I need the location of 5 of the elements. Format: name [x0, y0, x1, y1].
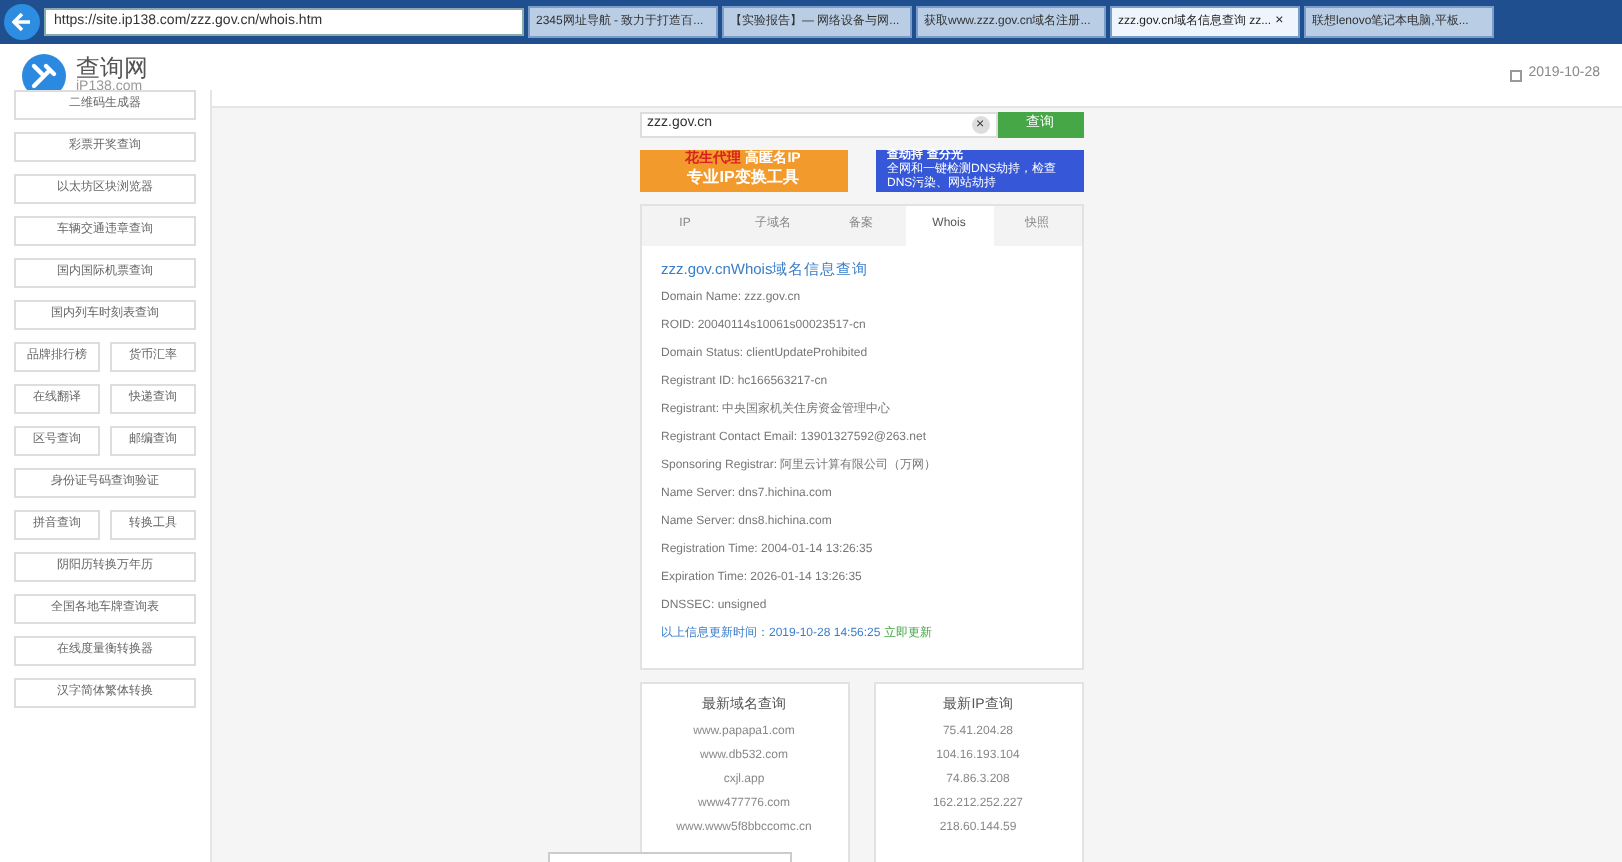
logo-title: 查询网 — [76, 56, 148, 80]
calendar-icon — [1510, 69, 1523, 81]
banner-text: 专业IP变换工具 — [687, 168, 799, 189]
back-arrow-icon — [12, 12, 32, 32]
back-button[interactable] — [4, 4, 40, 40]
